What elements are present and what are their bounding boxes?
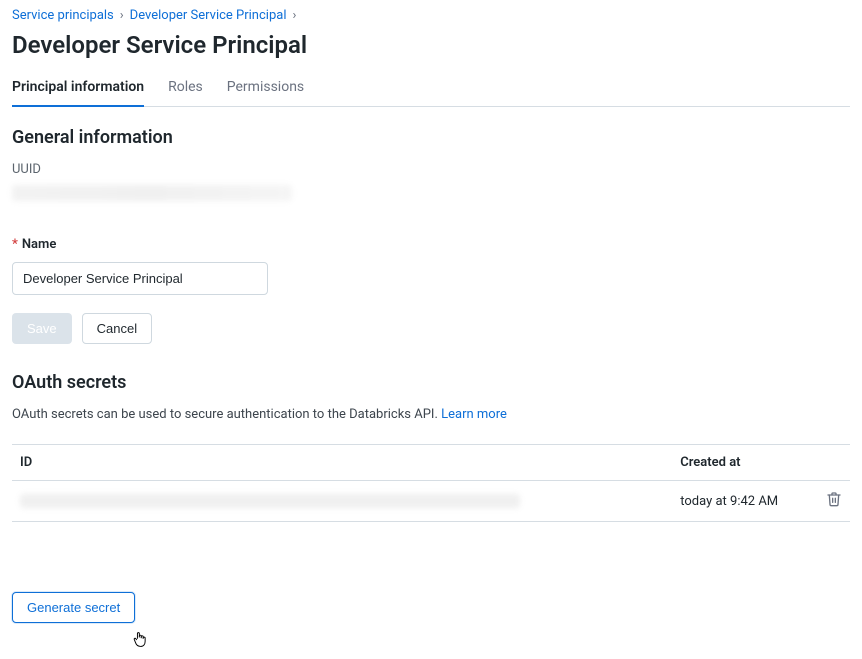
save-button[interactable]: Save — [12, 313, 72, 344]
breadcrumb-root-link[interactable]: Service principals — [12, 8, 114, 23]
breadcrumb-separator: › — [292, 8, 296, 23]
col-created-header: Created at — [672, 445, 818, 481]
tab-permissions[interactable]: Permissions — [227, 73, 304, 107]
name-field-label: * Name — [12, 237, 850, 252]
page-title: Developer Service Principal — [12, 31, 850, 59]
tab-roles[interactable]: Roles — [168, 73, 203, 107]
col-actions-header — [818, 445, 850, 481]
tabs: Principal information Roles Permissions — [12, 73, 850, 107]
col-id-header: ID — [12, 445, 672, 481]
name-label-text: Name — [22, 237, 56, 252]
form-buttons: Save Cancel — [12, 313, 850, 344]
table-row: today at 9:42 AM — [12, 481, 850, 522]
oauth-secrets-heading: OAuth secrets — [12, 372, 850, 393]
name-input[interactable] — [12, 262, 268, 295]
oauth-secrets-table: ID Created at today at 9:42 AM — [12, 444, 850, 522]
oauth-description: OAuth secrets can be used to secure auth… — [12, 407, 850, 422]
tab-principal-information[interactable]: Principal information — [12, 73, 144, 107]
breadcrumb-current-link[interactable]: Developer Service Principal — [130, 8, 287, 23]
general-information-heading: General information — [12, 127, 850, 148]
uuid-label: UUID — [12, 162, 850, 177]
cancel-button[interactable]: Cancel — [82, 313, 152, 344]
breadcrumb: Service principals › Developer Service P… — [12, 8, 850, 23]
breadcrumb-separator: › — [120, 8, 124, 23]
oauth-description-text: OAuth secrets can be used to secure auth… — [12, 407, 438, 422]
trash-icon[interactable] — [826, 491, 842, 507]
secret-id-redacted — [20, 494, 520, 508]
secret-actions-cell — [818, 481, 850, 522]
generate-secret-button[interactable]: Generate secret — [12, 592, 135, 623]
uuid-value-redacted — [12, 185, 292, 201]
required-asterisk: * — [12, 237, 18, 252]
learn-more-link[interactable]: Learn more — [441, 407, 507, 422]
secret-created-cell: today at 9:42 AM — [672, 481, 818, 522]
cursor-pointer-icon — [132, 631, 148, 653]
secret-id-cell — [12, 481, 672, 522]
